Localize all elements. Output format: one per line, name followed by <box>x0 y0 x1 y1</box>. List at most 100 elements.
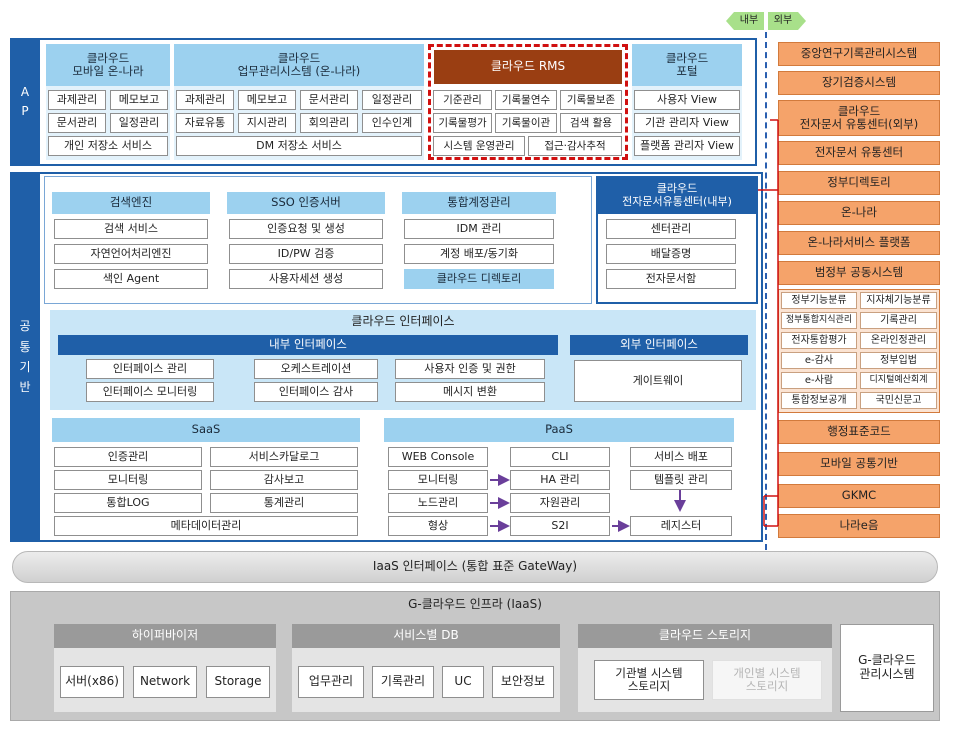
inner-interface-item[interactable]: 인터페이스 감사 <box>254 382 378 402</box>
inner-interface-item[interactable]: 인터페이스 모니터링 <box>86 382 214 402</box>
ap-portal-item[interactable]: 기관 관리자 View <box>634 113 740 133</box>
cloud-storage-item[interactable]: 기관별 시스템 스토리지 <box>594 660 704 700</box>
ap-biz-item[interactable]: 과제관리 <box>176 90 234 110</box>
ap-mobile-item[interactable]: 개인 저장소 서비스 <box>48 136 168 156</box>
ap-mobile-item[interactable]: 메모보고 <box>110 90 168 110</box>
edoc-inner-item[interactable]: 배달증명 <box>606 244 736 264</box>
ap-biz-item[interactable]: 인수인계 <box>362 113 422 133</box>
ap-biz-item[interactable]: 회의관리 <box>300 113 358 133</box>
ap-side-label: A P <box>10 38 40 166</box>
ap-rms-item[interactable]: 기준관리 <box>433 90 492 110</box>
hypervisor-item[interactable]: Storage <box>206 666 270 698</box>
edoc-inner-item[interactable]: 전자문서함 <box>606 269 736 289</box>
ap-biz-item[interactable]: 문서관리 <box>300 90 358 110</box>
joint-system-item[interactable]: 지자체기능분류 <box>860 292 937 309</box>
hypervisor-title: 하이퍼바이저 <box>54 624 276 648</box>
cloud-storage-item[interactable]: 개인별 시스템 스토리지 <box>712 660 822 700</box>
common-side-label: 공 통 기 반 <box>10 172 40 542</box>
sso-item[interactable]: 인증요청 및 생성 <box>229 219 383 239</box>
ap-biz-item[interactable]: 메모보고 <box>238 90 296 110</box>
saas-item[interactable]: 모니터링 <box>54 470 202 490</box>
external-connector-lines <box>758 119 779 527</box>
saas-item[interactable]: 서비스카달로그 <box>210 447 358 467</box>
ap-biz-item[interactable]: 일정관리 <box>362 90 422 110</box>
paas-item[interactable]: 노드관리 <box>388 493 488 513</box>
joint-system-item[interactable]: 정부통합지식관리 <box>781 312 857 329</box>
external-item[interactable]: 나라e음 <box>778 514 940 538</box>
search-engine-item[interactable]: 검색 서비스 <box>54 219 208 239</box>
ap-rms-item[interactable]: 기록물평가 <box>433 113 492 133</box>
joint-system-item[interactable]: 기록관리 <box>860 312 937 329</box>
service-db-item[interactable]: UC <box>442 666 484 698</box>
joint-system-item[interactable]: 국민신문고 <box>860 392 937 409</box>
joint-system-item[interactable]: 정부입법 <box>860 352 937 369</box>
ap-rms-item[interactable]: 기록물연수 <box>495 90 557 110</box>
saas-item[interactable]: 인증관리 <box>54 447 202 467</box>
saas-item[interactable]: 통합LOG <box>54 493 202 513</box>
edoc-inner-item[interactable]: 센터관리 <box>606 219 736 239</box>
saas-item[interactable]: 통계관리 <box>210 493 358 513</box>
account-mgmt-item[interactable]: 계정 배포/동기화 <box>404 244 554 264</box>
external-item[interactable]: 클라우드 전자문서 유통센터(외부) <box>778 100 940 136</box>
ap-biz-item[interactable]: DM 저장소 서비스 <box>176 136 422 156</box>
gateway-item[interactable]: 게이트웨이 <box>574 360 742 402</box>
paas-item[interactable]: WEB Console <box>388 447 488 467</box>
cloud-storage-title: 클라우드 스토리지 <box>578 624 832 648</box>
joint-system-item[interactable]: 온라인정관리 <box>860 332 937 349</box>
sso-item[interactable]: 사용자세션 생성 <box>229 269 383 289</box>
saas-title: SaaS <box>52 418 360 442</box>
external-item[interactable]: 범정부 공동시스템 <box>778 261 940 285</box>
service-db-item[interactable]: 업무관리 <box>298 666 364 698</box>
ap-portal-item[interactable]: 플랫폼 관리자 View <box>634 136 740 156</box>
sso-title: SSO 인증서버 <box>227 192 385 214</box>
external-item[interactable]: 모바일 공통기반 <box>778 452 940 476</box>
ap-mobile-item[interactable]: 일정관리 <box>110 113 168 133</box>
joint-system-item[interactable]: 전자통합평가 <box>781 332 857 349</box>
joint-system-item[interactable]: 통합정보공개 <box>781 392 857 409</box>
inner-interface-item[interactable]: 사용자 인증 및 권한 <box>395 359 545 379</box>
inner-interface-item[interactable]: 오케스트레이션 <box>254 359 378 379</box>
ap-rms-item[interactable]: 검색 활용 <box>560 113 622 133</box>
joint-system-item[interactable]: e-감사 <box>781 352 857 369</box>
legend: 내부 외부 <box>726 10 806 32</box>
joint-system-item[interactable]: 디지털예산회계 <box>860 372 937 389</box>
search-engine-item[interactable]: 자연언어처리엔진 <box>54 244 208 264</box>
service-db-item[interactable]: 기록관리 <box>372 666 434 698</box>
search-engine-item[interactable]: 색인 Agent <box>54 269 208 289</box>
joint-system-item[interactable]: 정부기능분류 <box>781 292 857 309</box>
ap-mobile-item[interactable]: 문서관리 <box>48 113 106 133</box>
paas-item[interactable]: 모니터링 <box>388 470 488 490</box>
ap-portal-title: 클라우드 포털 <box>632 44 742 86</box>
ap-rms-title: 클라우드 RMS <box>434 50 622 84</box>
sso-item[interactable]: ID/PW 검증 <box>229 244 383 264</box>
cloud-directory-item[interactable]: 클라우드 디렉토리 <box>404 269 554 289</box>
external-item[interactable]: GKMC <box>778 484 940 508</box>
account-mgmt-item[interactable]: IDM 관리 <box>404 219 554 239</box>
external-item[interactable]: 전자문서 유통센터 <box>778 141 940 165</box>
ap-rms-item[interactable]: 접근·감사추적 <box>528 136 622 156</box>
legend-outer-label: 외부 <box>773 15 793 27</box>
gcloud-mgmt-system[interactable]: G-클라우드 관리시스템 <box>840 624 934 712</box>
external-item[interactable]: 정부디렉토리 <box>778 171 940 195</box>
external-item[interactable]: 행정표준코드 <box>778 420 940 444</box>
joint-system-item[interactable]: e-사람 <box>781 372 857 389</box>
external-item[interactable]: 중앙연구기록관리시스템 <box>778 42 940 66</box>
hypervisor-item[interactable]: Network <box>133 666 197 698</box>
external-item[interactable]: 장기검증시스템 <box>778 71 940 95</box>
saas-item[interactable]: 메타데이터관리 <box>54 516 358 536</box>
ap-mobile-item[interactable]: 과제관리 <box>48 90 106 110</box>
hypervisor-item[interactable]: 서버(x86) <box>60 666 124 698</box>
external-item[interactable]: 온-나라서비스 플랫폼 <box>778 231 940 255</box>
ap-portal-item[interactable]: 사용자 View <box>634 90 740 110</box>
paas-item[interactable]: 형상 <box>388 516 488 536</box>
external-item[interactable]: 온-나라 <box>778 201 940 225</box>
ap-rms-item[interactable]: 시스템 운영관리 <box>433 136 525 156</box>
ap-biz-item[interactable]: 자료유통 <box>176 113 234 133</box>
saas-item[interactable]: 감사보고 <box>210 470 358 490</box>
ap-rms-item[interactable]: 기록물보존 <box>560 90 622 110</box>
service-db-item[interactable]: 보안정보 <box>492 666 554 698</box>
ap-rms-item[interactable]: 기록물이관 <box>495 113 557 133</box>
inner-interface-item[interactable]: 인터페이스 관리 <box>86 359 214 379</box>
ap-biz-item[interactable]: 지시관리 <box>238 113 296 133</box>
inner-interface-item[interactable]: 메시지 변환 <box>395 382 545 402</box>
